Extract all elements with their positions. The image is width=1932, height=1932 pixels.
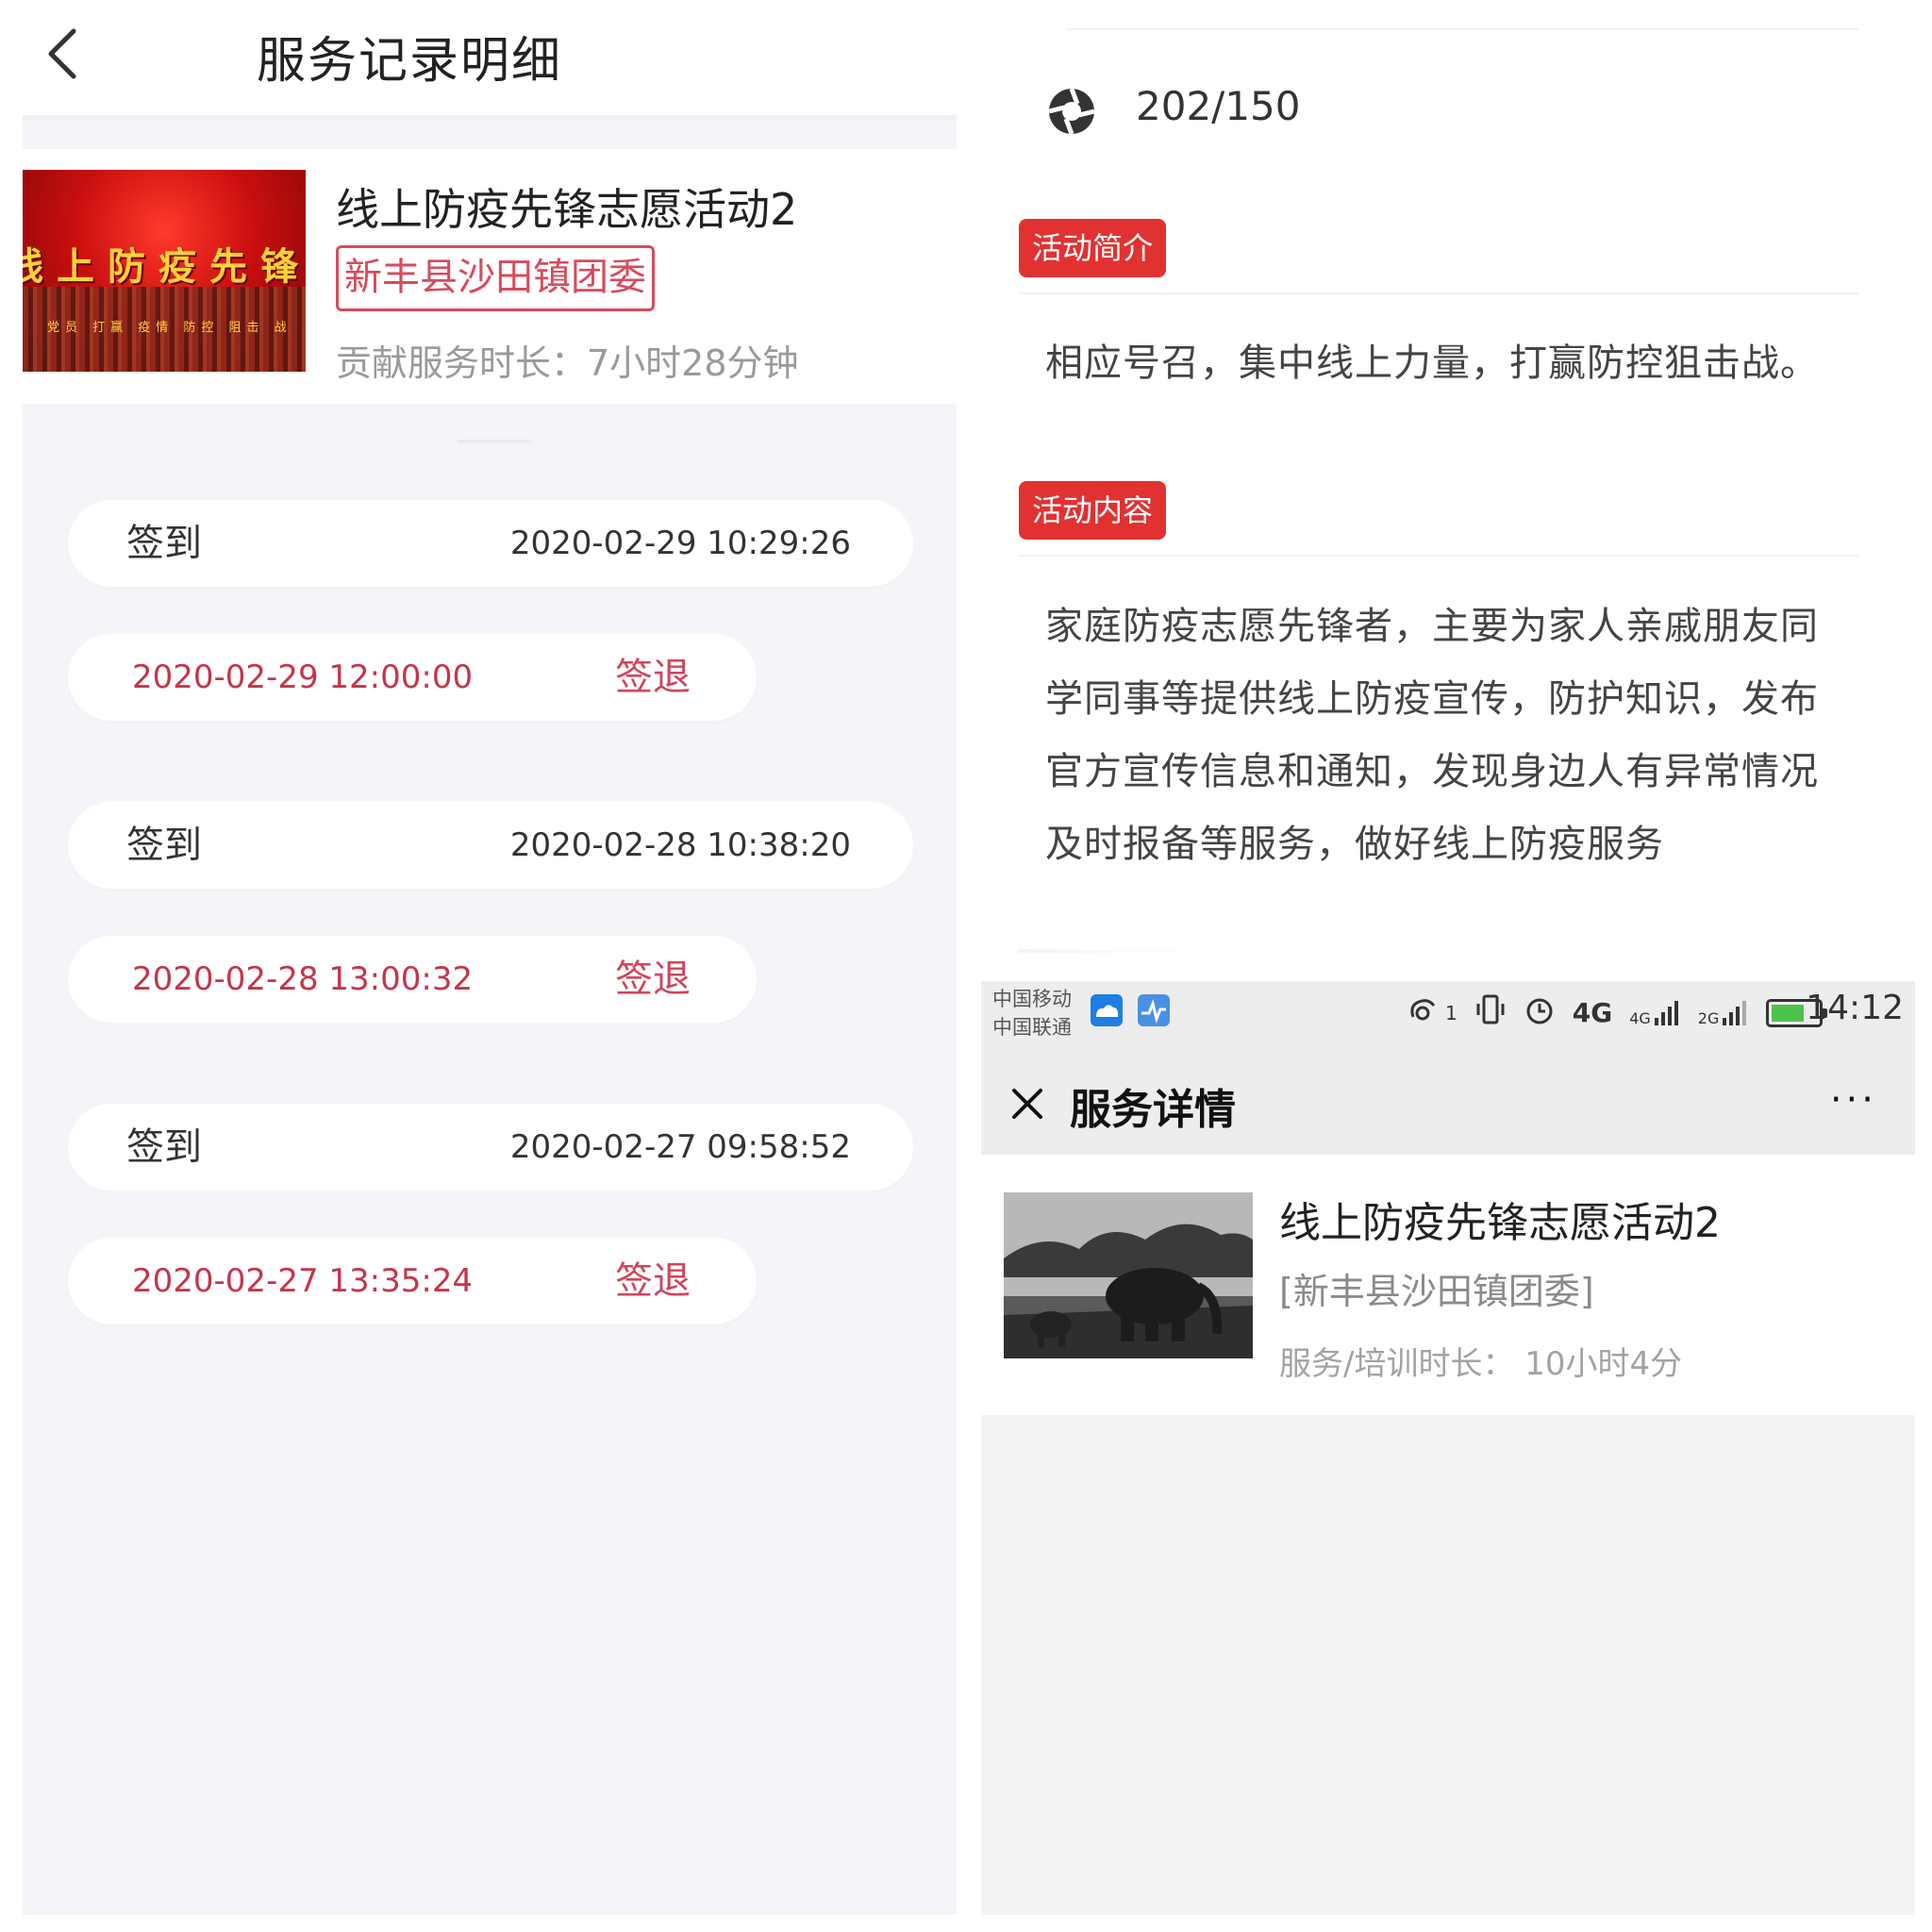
alarm-icon [1524,992,1556,1033]
sign-in-record: 签到 2020-02-28 10:38:20 [68,802,913,889]
status-icons: 1 4G 4G 2G [1406,992,1828,1033]
hotspot-icon [1406,992,1443,1033]
activity-title: 线上防疫先锋志愿活动2 [336,184,798,235]
network-type-1: 4G [1572,997,1613,1028]
health-app-icon [1138,994,1170,1026]
record-label: 签退 [615,656,691,699]
thumbnail-subtitle: 党员 打赢 疫情 防控 阻击 战 [47,321,292,335]
service-duration: 贡献服务时长：7小时28分钟 [336,342,799,384]
signal-icon-2: 2G [1698,999,1750,1027]
signal-icon: 4G [1629,999,1681,1027]
organization-badge: 新丰县沙田镇团委 [336,245,655,311]
carrier-names: 中国移动 中国联通 [992,985,1072,1041]
sign-in-record: 签到 2020-02-29 10:29:26 [68,500,913,587]
record-label: 签到 [126,1125,202,1169]
record-time: 2020-02-27 13:35:24 [132,1262,474,1300]
sign-out-record: 2020-02-28 13:00:32 签退 [68,936,757,1023]
divider [457,440,532,445]
status-bar: 中国移动 中国联通 1 4G 4G 2G 14:12 [981,981,1915,1053]
service-duration: 服务/培训时长： 10小时4分 [1279,1345,1683,1383]
elephant-photo-icon [1004,1192,1253,1358]
sign-out-record: 2020-02-27 13:35:24 签退 [68,1238,757,1324]
page-title: 服务记录明细 [256,33,562,90]
sim-badge: 1 [1445,1001,1457,1024]
content-line: 官方宣传信息和通知，发现身边人有异常情况 [1045,750,1819,793]
record-time: 2020-02-28 10:38:20 [509,826,851,864]
app-bar: 服务详情 ··· [981,1053,1915,1155]
clock: 14:12 [1806,989,1904,1027]
divider [1066,28,1858,30]
activity-title: 线上防疫先锋志愿活动2 [1279,1199,1721,1247]
intro-text: 相应号召，集中线上力量，打赢防控狙击战。 [1045,341,1819,385]
activity-info-screen: 202/150 活动简介 相应号召，集中线上力量，打赢防控狙击战。 活动内容 家… [981,0,1915,953]
record-time: 2020-02-29 10:29:26 [509,525,851,562]
carrier-1: 中国移动 [992,988,1072,1010]
more-menu-button[interactable]: ··· [1830,1081,1877,1119]
activity-thumbnail: 线上防疫先锋 党员 打赢 疫情 防控 阻击 战 [23,170,306,372]
content-line: 家庭防疫志愿先锋者，主要为家人亲戚朋友同 [1045,605,1819,648]
record-time: 2020-02-29 12:00:00 [132,658,474,696]
close-icon [1012,1089,1042,1119]
cloud-app-icon [1091,994,1123,1026]
sign-out-record: 2020-02-29 12:00:00 签退 [68,634,757,721]
content-line: 学同事等提供线上防疫宣传，防护知识，发布 [1045,677,1819,721]
content-line: 及时报备等服务，做好线上防疫服务 [1045,823,1664,866]
content-tag: 活动内容 [1019,481,1167,540]
close-button[interactable] [1004,1077,1051,1130]
divider [1019,949,1208,953]
network-type-2: 4G [1629,1008,1651,1027]
aperture-icon [1048,88,1095,135]
record-time: 2020-02-27 09:58:52 [509,1128,851,1166]
sign-in-record: 签到 2020-02-27 09:58:52 [68,1104,913,1191]
thumbnail-title: 线上防疫先锋 [23,245,306,289]
service-card[interactable]: 线上防疫先锋志愿活动2 [新丰县沙田镇团委] 服务/培训时长： 10小时4分 [981,1155,1915,1415]
divider [1019,292,1858,294]
record-label: 签到 [126,522,202,565]
organization-name: [新丰县沙田镇团委] [1279,1271,1594,1312]
record-label: 签到 [126,824,202,867]
nav-bar: 服务记录明细 [23,0,957,121]
network-type-3: 2G [1697,1008,1720,1027]
activity-card[interactable]: 线上防疫先锋 党员 打赢 疫情 防控 阻击 战 线上防疫先锋志愿活动2 新丰县沙… [23,149,957,404]
intro-tag: 活动简介 [1019,219,1167,277]
record-label: 签退 [615,1259,691,1303]
content-text: 家庭防疫志愿先锋者，主要为家人亲戚朋友同 学同事等提供线上防疫宣传，防护知识，发… [1045,591,1857,881]
activity-thumbnail [1004,1192,1253,1358]
service-detail-screen: 中国移动 中国联通 1 4G 4G 2G 14:12 服务详情 ··· 线上防疫… [981,981,1915,1915]
participant-count: 202/150 [1136,83,1301,129]
vibrate-icon [1474,992,1507,1033]
service-record-detail-screen: 服务记录明细 线上防疫先锋 党员 打赢 疫情 防控 阻击 战 线上防疫先锋志愿活… [23,0,957,1915]
divider [1019,555,1858,557]
record-label: 签退 [615,958,691,1001]
app-bar-title: 服务详情 [1070,1086,1236,1134]
record-time: 2020-02-28 13:00:32 [132,960,474,998]
carrier-2: 中国联通 [992,1016,1072,1039]
